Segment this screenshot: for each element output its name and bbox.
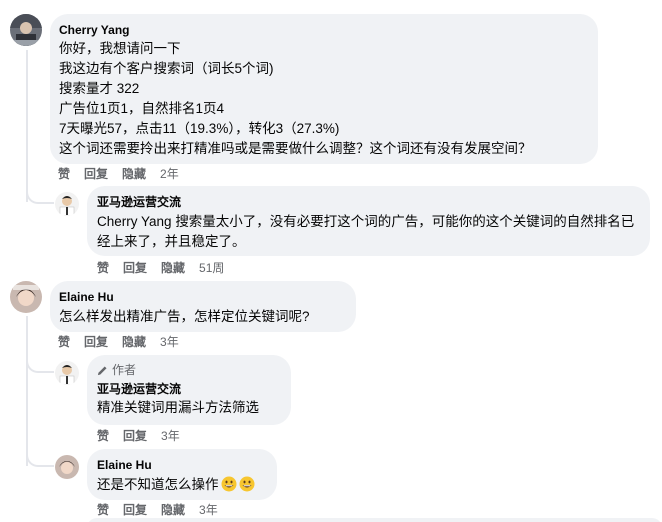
like-button[interactable]: 赞 xyxy=(58,166,70,182)
comment-body: 还是不知道怎么操作 xyxy=(97,477,219,492)
comment-body: 搜索量太小了，没有必要打这个词的广告，可能你的这个关键词的自然排名已经上来了，并… xyxy=(97,214,635,249)
comment-text: 精准关键词用漏斗方法筛选 xyxy=(97,400,259,415)
thread-connector xyxy=(26,355,54,373)
avatar[interactable] xyxy=(55,192,79,216)
comment-bubble: 作者 亚马逊运营交流 精准关键词用漏斗方法筛选 xyxy=(87,355,291,425)
hide-button[interactable]: 隐藏 xyxy=(122,334,146,350)
comment-text: 搜索量才 322 xyxy=(59,81,140,96)
like-button[interactable]: 赞 xyxy=(97,260,109,276)
comment-actions: 赞回复 隐藏 3年 xyxy=(58,334,193,350)
comment-author[interactable]: 亚马逊运营交流 xyxy=(97,381,281,397)
reply-button[interactable]: 回复 xyxy=(123,502,147,518)
avatar[interactable] xyxy=(10,281,42,313)
timestamp[interactable]: 3年 xyxy=(160,334,179,350)
author-badge-label: 作者 xyxy=(112,363,137,377)
like-button[interactable]: 赞 xyxy=(58,334,70,350)
comment-actions: 赞回复 3年 xyxy=(97,428,194,444)
thread-connector xyxy=(26,449,54,467)
comment-actions: 赞回复 隐藏 51周 xyxy=(97,260,238,276)
timestamp[interactable]: 2年 xyxy=(160,166,179,182)
grinning-emoji-icon xyxy=(221,476,236,492)
avatar[interactable] xyxy=(55,455,79,479)
comment-text: 这个词还需要拎出来打精准吗或是需要做什么调整？这个词还有没有发展空间？ xyxy=(59,141,532,156)
reply-button[interactable]: 回复 xyxy=(84,166,108,182)
avatar[interactable] xyxy=(10,14,42,46)
reply-button[interactable]: 回复 xyxy=(123,260,147,276)
comment-bubble: Elaine Hu 怎么样发出精准广告，怎样定位关键词呢? xyxy=(50,281,356,332)
thread-line xyxy=(26,316,28,466)
like-button[interactable]: 赞 xyxy=(97,428,109,444)
comment-text: 我这边有个客户搜索词（词长5个词) xyxy=(59,61,274,76)
author-badge: 作者 xyxy=(97,362,281,378)
comment-bubble: Cherry Yang 你好，我想请问一下 我这边有个客户搜索词（词长5个词) … xyxy=(50,14,598,164)
like-button[interactable]: 赞 xyxy=(97,502,109,518)
avatar[interactable] xyxy=(55,361,79,385)
comment-text: 广告位1页1，自然排名1页4 xyxy=(59,101,225,116)
comment-text: 7天曝光57，点击11（19.3%），转化3（27.3%) xyxy=(59,121,340,136)
hide-button[interactable]: 隐藏 xyxy=(122,166,146,182)
grinning-emoji-icon xyxy=(239,476,254,492)
pencil-icon xyxy=(97,365,107,375)
comment-bubble: 亚马逊运营交流 Cherry Yang 搜索量太小了，没有必要打这个词的广告，可… xyxy=(87,186,650,256)
thread-line xyxy=(26,50,28,202)
comment-author[interactable]: Elaine Hu xyxy=(97,457,267,473)
hide-button[interactable]: 隐藏 xyxy=(161,260,185,276)
comment-text: Cherry Yang 搜索量太小了，没有必要打这个词的广告，可能你的这个关键词… xyxy=(97,212,640,252)
hide-button[interactable]: 隐藏 xyxy=(161,502,185,518)
thread-connector xyxy=(26,186,54,204)
reply-button[interactable]: 回复 xyxy=(84,334,108,350)
comment-text: 你好，我想请问一下 xyxy=(59,41,181,56)
comment-author[interactable]: Cherry Yang xyxy=(59,22,588,38)
comment-text: 怎么样发出精准广告，怎样定位关键词呢? xyxy=(59,309,310,324)
comment-bubble-partial xyxy=(87,518,662,522)
comment-author[interactable]: Elaine Hu xyxy=(59,289,346,305)
timestamp[interactable]: 3年 xyxy=(199,502,218,518)
mention-link[interactable]: Cherry Yang xyxy=(97,214,172,229)
reply-button[interactable]: 回复 xyxy=(123,428,147,444)
comment-text: 还是不知道怎么操作 xyxy=(97,475,267,495)
comment-bubble: Elaine Hu 还是不知道怎么操作 xyxy=(87,449,277,500)
comment-actions: 赞回复 隐藏 3年 xyxy=(97,502,232,518)
comment-actions: 赞回复 隐藏 2年 xyxy=(58,166,193,182)
timestamp[interactable]: 51周 xyxy=(199,260,224,276)
timestamp[interactable]: 3年 xyxy=(161,428,180,444)
comment-author[interactable]: 亚马逊运营交流 xyxy=(97,194,640,210)
